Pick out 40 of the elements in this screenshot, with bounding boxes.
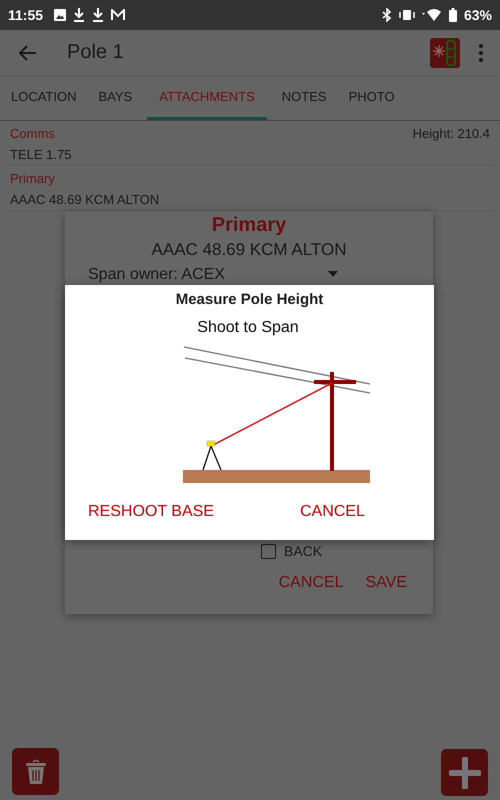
trash-icon [24, 758, 46, 784]
mail-icon [111, 9, 126, 21]
instruction-text: Shoot to Span [197, 319, 299, 337]
dialog-title: Measure Pole Height [176, 291, 324, 308]
download-icon [92, 8, 104, 22]
dialog-button[interactable]: SAVE [360, 570, 413, 596]
wifi-icon [422, 8, 442, 22]
bluetooth-icon [382, 8, 392, 22]
dialog-button[interactable]: CANCEL [272, 570, 350, 596]
attachment-value[interactable]: TELE 1.75 [10, 147, 490, 162]
tab[interactable]: BAYS [88, 76, 144, 120]
dialog-subtitle: AAAC 48.69 KCM ALTON [152, 240, 346, 260]
more-options-icon[interactable] [478, 44, 484, 62]
battery-percent: 63% [464, 7, 492, 23]
status-time: 11:55 [8, 7, 44, 23]
tab[interactable]: ATTACHMENTS [147, 76, 267, 120]
checkbox[interactable] [261, 544, 276, 558]
screen-title: Pole 1 [67, 41, 124, 64]
height-label: Height: 210.4 [412, 126, 490, 141]
dropdown-caret-icon[interactable] [328, 271, 338, 277]
checkbox-label: BACK [284, 543, 322, 559]
attachment-category: Primary [10, 171, 55, 186]
attachment-value[interactable]: AAAC 48.69 KCM ALTON [10, 192, 490, 207]
tab[interactable]: PHOTO [338, 76, 406, 120]
dialog-button[interactable]: RESHOOT BASE [82, 499, 220, 525]
dialog-button[interactable]: CANCEL [294, 499, 371, 525]
dialog-title: Primary [212, 214, 286, 237]
tab[interactable]: NOTES [270, 76, 338, 120]
attachment-category: Comms [10, 126, 55, 141]
vibrate-icon [398, 9, 415, 21]
back-arrow-icon[interactable] [19, 44, 37, 60]
laser-device-icon[interactable] [430, 38, 460, 68]
add-button[interactable] [441, 749, 488, 796]
tab[interactable]: LOCATION [0, 76, 88, 120]
span-owner-dropdown[interactable]: Span owner: ACEX [88, 266, 225, 283]
download-icon [73, 8, 86, 22]
image-icon [54, 9, 66, 21]
delete-button[interactable] [12, 748, 59, 795]
battery-icon [448, 8, 457, 22]
plus-icon [448, 756, 480, 788]
